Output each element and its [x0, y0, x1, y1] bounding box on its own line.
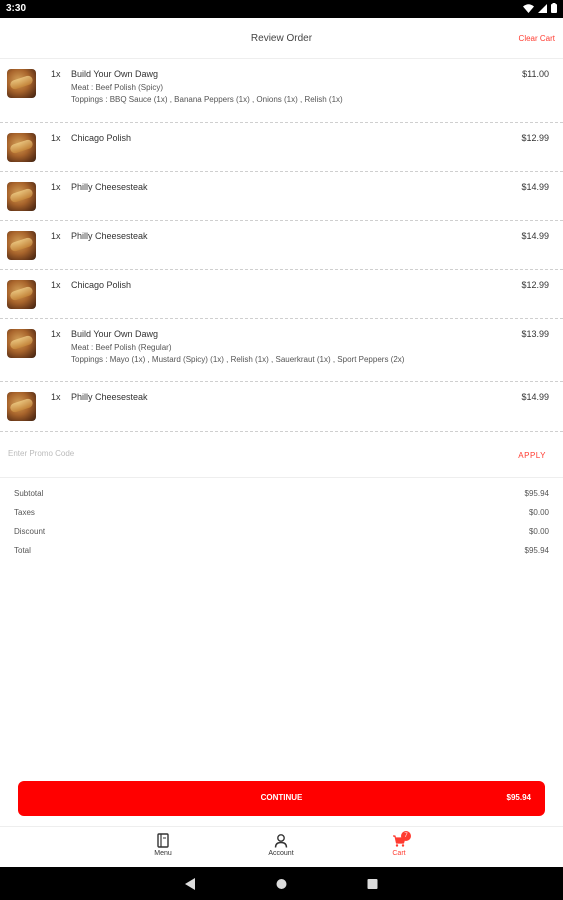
cart-item[interactable]: 1x Build Your Own Dawg $11.00 Meat : Bee… — [0, 59, 563, 123]
item-quantity: 1x — [51, 392, 61, 402]
continue-label: CONTINUE — [260, 793, 303, 802]
continue-total: $95.94 — [506, 793, 531, 802]
summary-label: Discount — [14, 527, 46, 536]
summary-row-total: Total $95.94 — [14, 546, 549, 565]
summary-row-subtotal: Subtotal $95.94 — [14, 489, 549, 508]
battery-icon — [551, 3, 557, 13]
cart-item[interactable]: 1x Chicago Polish $12.99 — [0, 270, 563, 319]
item-price: $14.99 — [521, 182, 549, 192]
cart-items-list: 1x Build Your Own Dawg $11.00 Meat : Bee… — [0, 59, 563, 432]
item-price: $14.99 — [521, 392, 549, 402]
item-thumbnail — [7, 69, 36, 98]
item-detail-toppings: Toppings : BBQ Sauce (1x) , Banana Peppe… — [71, 95, 343, 104]
item-thumbnail — [7, 182, 36, 211]
item-name: Philly Cheesesteak — [71, 182, 148, 192]
nav-label-menu: Menu — [154, 850, 172, 857]
item-quantity: 1x — [51, 329, 61, 339]
recents-icon[interactable] — [367, 878, 378, 890]
nav-label-cart: Cart — [392, 850, 406, 857]
status-time: 3:30 — [6, 3, 27, 14]
cart-item[interactable]: 1x Philly Cheesesteak $14.99 — [0, 172, 563, 221]
item-price: $12.99 — [521, 280, 549, 290]
continue-button[interactable]: CONTINUE $95.94 — [18, 781, 545, 816]
item-quantity: 1x — [51, 182, 61, 192]
menu-book-icon — [157, 833, 169, 848]
nav-item-account[interactable]: Account — [251, 833, 311, 857]
cart-item[interactable]: 1x Chicago Polish $12.99 — [0, 123, 563, 172]
summary-value: $0.00 — [528, 508, 549, 517]
item-price: $12.99 — [521, 133, 549, 143]
status-icons — [523, 3, 557, 13]
nav-item-menu[interactable]: Menu — [133, 833, 193, 857]
summary-row-taxes: Taxes $0.00 — [14, 508, 549, 527]
item-name: Build Your Own Dawg — [71, 329, 159, 339]
item-quantity: 1x — [51, 69, 61, 79]
item-detail-meat: Meat : Beef Polish (Regular) — [71, 343, 172, 352]
cart-count-badge: 7 — [401, 831, 411, 841]
back-icon[interactable] — [185, 878, 196, 890]
item-name: Philly Cheesesteak — [71, 231, 148, 241]
status-bar: 3:30 — [0, 0, 563, 18]
account-icon — [274, 834, 288, 848]
wifi-icon — [523, 3, 534, 13]
bottom-nav: Menu Account 7 Cart — [0, 826, 563, 867]
item-quantity: 1x — [51, 133, 61, 143]
summary-label: Total — [14, 546, 31, 555]
summary-value: $95.94 — [524, 546, 549, 555]
cart-item[interactable]: 1x Philly Cheesesteak $14.99 — [0, 382, 563, 432]
summary-label: Taxes — [14, 508, 35, 517]
item-name: Chicago Polish — [71, 133, 132, 143]
page-title: Review Order — [250, 33, 313, 44]
nav-item-cart[interactable]: 7 Cart — [369, 831, 429, 857]
promo-section: APPLY — [0, 439, 563, 478]
clear-cart-button[interactable]: Clear Cart — [519, 34, 555, 43]
item-name: Philly Cheesesteak — [71, 392, 148, 402]
item-detail-toppings: Toppings : Mayo (1x) , Mustard (Spicy) (… — [71, 355, 405, 364]
promo-code-input[interactable] — [8, 449, 388, 458]
cart-item[interactable]: 1x Build Your Own Dawg $13.99 Meat : Bee… — [0, 319, 563, 382]
summary-row-discount: Discount $0.00 — [14, 527, 549, 546]
item-detail-meat: Meat : Beef Polish (Spicy) — [71, 83, 164, 92]
item-name: Build Your Own Dawg — [71, 69, 159, 79]
item-thumbnail — [7, 280, 36, 309]
cart-item[interactable]: 1x Philly Cheesesteak $14.99 — [0, 221, 563, 270]
header: Review Order Clear Cart — [0, 18, 563, 59]
item-thumbnail — [7, 392, 36, 421]
summary-value: $95.94 — [524, 489, 549, 498]
order-summary: Subtotal $95.94 Taxes $0.00 Discount $0.… — [14, 489, 549, 565]
apply-promo-button[interactable]: APPLY — [518, 451, 546, 460]
nav-label-account: Account — [268, 850, 294, 857]
summary-label: Subtotal — [14, 489, 44, 498]
item-name: Chicago Polish — [71, 280, 132, 290]
summary-value: $0.00 — [528, 527, 549, 536]
item-thumbnail — [7, 133, 36, 162]
system-nav-bar — [0, 867, 563, 900]
signal-icon — [538, 3, 547, 13]
item-thumbnail — [7, 329, 36, 358]
item-quantity: 1x — [51, 231, 61, 241]
item-price: $11.00 — [522, 69, 549, 79]
item-thumbnail — [7, 231, 36, 260]
item-quantity: 1x — [51, 280, 61, 290]
item-price: $14.99 — [521, 231, 549, 241]
home-icon[interactable] — [276, 878, 287, 890]
item-price: $13.99 — [521, 329, 549, 339]
